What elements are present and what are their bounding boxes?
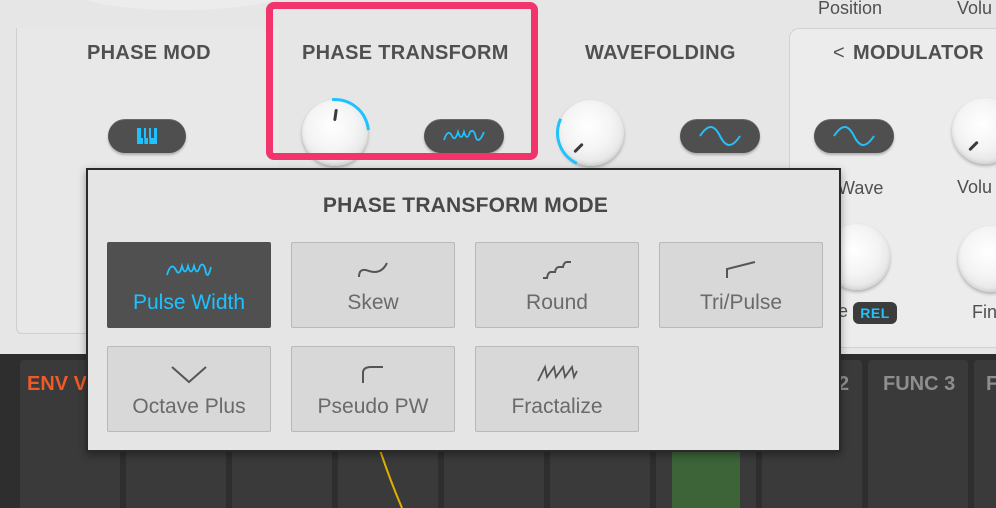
modulator-fine-label: Fin: [972, 302, 996, 322]
option-label: Skew: [347, 291, 399, 314]
phase-transform-mode-popup: PHASE TRANSFORM MODE Pulse Width Skew Ro…: [86, 168, 841, 452]
fractalize-icon: [537, 364, 578, 382]
phase-transform-highlight-box: [266, 2, 538, 160]
keyboard-icon: [137, 128, 157, 144]
pseudo-pw-icon: [362, 366, 383, 383]
option-pseudo-pw[interactable]: Pseudo PW: [291, 346, 455, 432]
skew-curve-icon: [358, 262, 388, 278]
position-label: Position: [818, 0, 883, 18]
modulator-back-button[interactable]: < MODULATOR: [833, 42, 984, 65]
tab-next-label: F: [986, 373, 996, 395]
modulator-title: MODULATOR: [852, 42, 984, 64]
volume-label-top: Volu: [957, 0, 993, 18]
option-octave-plus[interactable]: Octave Plus: [107, 346, 271, 432]
option-label: Fractalize: [511, 395, 603, 418]
phase-mod-title: PHASE MOD: [87, 42, 211, 64]
option-round[interactable]: Round: [475, 242, 639, 328]
rel-toggle-button[interactable]: REL: [853, 302, 897, 324]
popup-title: PHASE TRANSFORM MODE: [322, 194, 609, 217]
option-fractalize[interactable]: Fractalize: [475, 346, 639, 432]
round-steps-icon: [543, 261, 571, 279]
phase-mod-keyboard-button[interactable]: [108, 119, 186, 153]
octave-plus-icon: [171, 366, 207, 384]
wavefolding-amount-knob[interactable]: [546, 88, 636, 178]
modulator-wave-label: Wave: [838, 178, 884, 198]
option-skew[interactable]: Skew: [291, 242, 455, 328]
tab-env-label: ENV V: [27, 373, 88, 395]
tab-func-3-label: FUNC 3: [883, 373, 956, 395]
option-label: Pseudo PW: [317, 395, 429, 418]
option-label: Octave Plus: [132, 395, 246, 418]
sine-wave-icon: [699, 126, 741, 146]
modulator-wave-button[interactable]: [814, 119, 894, 153]
modulator-volume-label: Volu: [957, 177, 993, 197]
sine-wave-icon: [833, 126, 875, 146]
chevron-left-icon: <: [833, 42, 845, 64]
option-tri-pulse[interactable]: Tri/Pulse: [659, 242, 823, 328]
option-label: Tri/Pulse: [699, 291, 783, 314]
option-pulse-width[interactable]: Pulse Width: [107, 242, 271, 328]
green-indicator: [672, 452, 740, 508]
option-label: Pulse Width: [132, 291, 246, 314]
option-label: Round: [526, 291, 588, 314]
tri-pulse-icon: [726, 261, 756, 278]
wavefolding-wave-button[interactable]: [680, 119, 760, 153]
wavefolding-title: WAVEFOLDING: [585, 42, 736, 64]
pulse-width-wave-icon: [166, 262, 212, 276]
